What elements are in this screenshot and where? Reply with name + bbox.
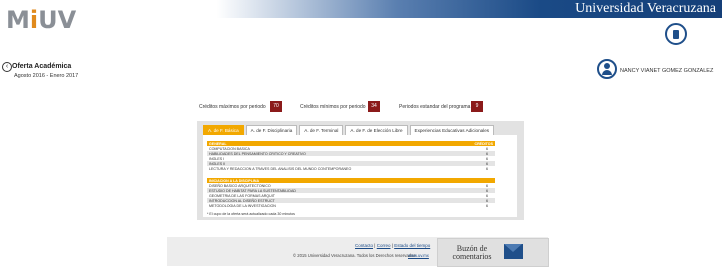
contacto-link[interactable]: Contacto xyxy=(355,243,373,248)
course-name: DISEÑO BASICO ARQUITECTONICO xyxy=(209,183,271,188)
course-name: INGLES II xyxy=(209,161,226,166)
std-periods-value: 9 xyxy=(471,101,483,112)
link-separator: | xyxy=(374,243,376,248)
course-credits: 6 xyxy=(486,156,488,161)
footer: Contacto | Correo | Estado del tiempo © … xyxy=(167,237,549,267)
course-credits: 6 xyxy=(486,146,488,151)
std-periods-label: Periodos estandar del programa xyxy=(399,104,471,110)
correo-link[interactable]: Correo xyxy=(377,243,391,248)
course-credits: 6 xyxy=(486,198,488,203)
top-bar: Universidad Veracruzana xyxy=(0,0,722,18)
course-credits: 6 xyxy=(486,161,488,166)
max-credits-label: Créditos máximos por periodo xyxy=(199,104,266,110)
course-name: METODOLOGIA DE LA INVESTIGACION xyxy=(209,203,276,208)
table-row[interactable]: LECTURA Y REDACCION A TRAVES DEL ANALISI… xyxy=(207,166,495,171)
section-title: INICIACION A LA DISCIPLINA xyxy=(209,178,260,183)
course-name: INGLES I xyxy=(209,156,225,161)
book-icon[interactable] xyxy=(665,23,687,45)
credits-column-header: CRÉDITOS xyxy=(474,141,493,146)
footer-links: Contacto | Correo | Estado del tiempo xyxy=(355,243,430,248)
section-title: GENERAL xyxy=(209,141,227,146)
max-credits-value: 70 xyxy=(270,101,282,112)
course-name: INTRODUCCION AL DISEÑO ESTRUCT xyxy=(209,198,275,203)
course-credits: 6 xyxy=(486,188,488,193)
copyright: © 2015 Universidad Veracruzana. Todos lo… xyxy=(293,253,416,258)
buzon-label: Buzón de comentarios xyxy=(452,244,492,261)
table-row[interactable]: METODOLOGIA DE LA INVESTIGACION 6 xyxy=(207,203,495,208)
user-name: NANCY VIANET GOMEZ GONZALEZ xyxy=(620,68,714,74)
course-name: HABILIDADES DEL PENSAMIENTO CRITICO Y CR… xyxy=(209,151,306,156)
min-credits-label: Créditos mínimos por periodo xyxy=(300,104,366,110)
update-note: * El cupo de la oferta será actualizado … xyxy=(207,212,295,216)
website-link[interactable]: www.uv.mx xyxy=(408,253,429,258)
course-credits: 6 xyxy=(486,151,488,156)
course-credits: 6 xyxy=(486,193,488,198)
page-title: Oferta Académica xyxy=(12,63,72,70)
section-iniciacion: INICIACION A LA DISCIPLINA DISEÑO BASICO… xyxy=(207,178,495,208)
period-label: Agosto 2016 - Enero 2017 xyxy=(14,73,79,79)
course-name: GEOMETRIA DE LAS FORMAS ARQUIT xyxy=(209,193,275,198)
course-credits: 6 xyxy=(486,166,488,171)
tab-content: GENERAL CRÉDITOS COMPUTACION BASICA 6 HABI… xyxy=(203,135,517,217)
user-icon[interactable] xyxy=(597,59,617,79)
miuv-logo[interactable]: MiUV xyxy=(6,7,76,33)
university-title: Universidad Veracruzana xyxy=(575,1,716,16)
course-name: ESTUDIO DE HABITAT PARA LA SUSTENTABILID… xyxy=(209,188,296,193)
buzon-comentarios-button[interactable]: Buzón de comentarios xyxy=(437,238,549,267)
course-credits: 6 xyxy=(486,183,488,188)
course-name: COMPUTACION BASICA xyxy=(209,146,250,151)
min-credits-value: 34 xyxy=(368,101,380,112)
mail-icon xyxy=(504,244,523,259)
section-general: GENERAL CRÉDITOS COMPUTACION BASICA 6 HABI… xyxy=(207,141,495,171)
logo-i: i xyxy=(29,6,39,34)
course-name: LECTURA Y REDACCION A TRAVES DEL ANALISI… xyxy=(209,166,352,171)
logo-uv: UV xyxy=(38,6,77,34)
estado-tiempo-link[interactable]: Estado del tiempo xyxy=(394,243,430,248)
course-credits: 6 xyxy=(486,203,488,208)
link-separator: | xyxy=(391,243,393,248)
back-arrow-icon[interactable]: ‹ xyxy=(2,62,12,72)
courses-panel: A. de F. Básica A. de F. Disciplinaria A… xyxy=(197,121,524,220)
logo-m: M xyxy=(6,6,30,34)
